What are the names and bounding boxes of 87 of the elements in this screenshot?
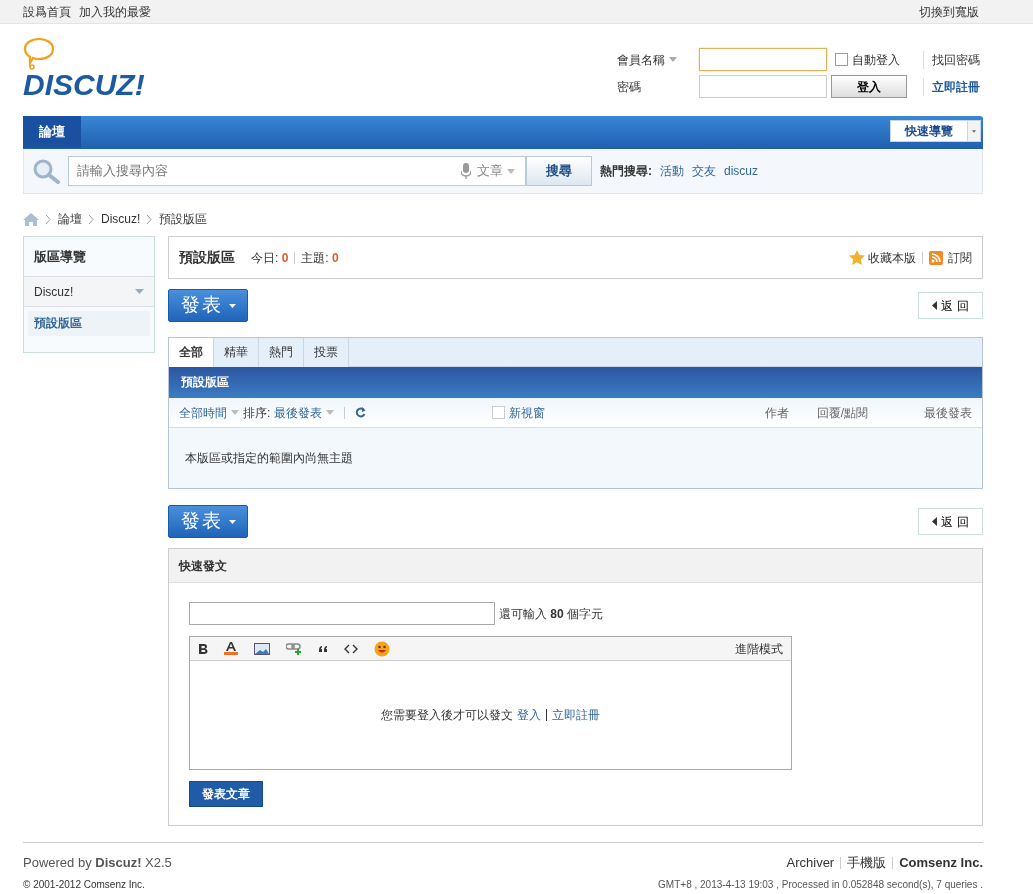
bold-icon[interactable] [198,642,208,655]
hot-search-link[interactable]: 活動 [660,162,684,180]
column-header: 最後發表 [923,404,972,422]
sort-dropdown[interactable]: 最後發表 [274,403,339,422]
nav-tab[interactable]: 論壇 [23,116,81,148]
hot-search-link[interactable]: discuz [724,162,758,180]
forum-stat: 今日: 0 [251,249,289,267]
quick-post-title: 快速發文 [169,549,982,583]
login-required-message: 您需要登入後才可以發文 [381,707,513,724]
hot-search-label: 熱門搜尋: [600,163,652,180]
column-header: 作者 [764,404,789,422]
top-link[interactable]: 切換到寬版 [919,0,979,24]
search-icon [32,158,62,184]
filter-tab[interactable]: 精華 [214,338,259,367]
copyright-text: © 2001-2012 Comsenz Inc. [23,877,145,892]
footer-link[interactable]: Archiver [786,853,835,873]
forum-action-link[interactable]: 訂閱 [948,248,972,267]
chevron-icon [147,214,153,224]
password-label: 密碼 [617,78,642,96]
top-link[interactable]: 設爲首頁 [23,0,71,24]
back-button[interactable]: 返 回 [918,508,983,535]
post-button[interactable]: 發表 [168,289,248,322]
remaining-characters: 還可輸入 80 個字元 [499,605,604,623]
sort-label: 排序: [243,404,271,422]
chevron-icon [46,214,51,224]
search-type-dropdown[interactable]: 文章 [477,161,519,181]
filter-tab[interactable]: 投票 [304,338,349,367]
advanced-mode-link[interactable]: 進階模式 [735,639,783,658]
post-button[interactable]: 發表 [168,505,248,538]
font-color-icon[interactable] [224,642,238,655]
code-icon[interactable] [344,643,358,654]
smiley-icon[interactable] [374,640,390,657]
footer-link[interactable]: Comsenz Inc. [899,853,983,873]
logo-text: DISCUZ! [23,70,145,100]
caret-icon [669,57,677,62]
footer-link[interactable]: 手機版 [847,853,887,873]
forum-title: 預設版區 [179,248,235,267]
empty-message: 本版區或指定的範圍內尚無主題 [184,450,354,467]
processing-info-text: GMT+8 , 2013-4-13 19:03 , Processed in 0.052848 second(s), 7 queries . [658,877,983,892]
register-link[interactable]: 立即註冊 [923,77,980,96]
sidebar-group[interactable]: Discuz! [24,277,154,307]
search-button[interactable]: 搜尋 [526,156,592,186]
caret-icon [507,168,515,174]
breadcrumb-link[interactable]: 論壇 [58,210,82,228]
auto-login-checkbox[interactable]: 自動登入 [835,50,900,69]
filter-tab[interactable]: 全部 [169,338,214,367]
chevron-icon [89,214,94,224]
breadcrumb-link[interactable]: Discuz! [101,210,141,228]
filter-tab[interactable]: 熱門 [259,338,304,367]
register-link[interactable]: 立即註冊 [552,706,600,724]
refresh-icon [355,407,367,418]
triangle-left-icon [932,301,938,310]
caret-icon [231,410,239,415]
hot-search-link[interactable]: 交友 [692,162,716,180]
top-link[interactable]: 加入我的最愛 [79,0,151,24]
caret-icon [228,520,236,525]
forgot-password-link[interactable]: 找回密碼 [923,50,980,69]
login-button[interactable]: 登入 [831,75,907,98]
thread-list-title: 預設版區 [169,367,982,398]
image-icon[interactable] [254,642,270,655]
powered-by-text: Powered by Discuz! X2.5 [23,854,172,872]
caret-icon [972,128,976,134]
new-window-checkbox[interactable]: 新視窗 [492,403,546,422]
breadcrumb-link[interactable]: 預設版區 [159,210,208,228]
username-field[interactable] [699,48,827,71]
rss-icon [929,250,943,265]
sidebar-item[interactable]: 預設版區 [28,311,150,336]
caret-icon [228,304,236,309]
triangle-left-icon [932,517,938,526]
quick-nav-button[interactable]: 快速導覽 [890,120,968,142]
subject-field[interactable] [189,602,495,625]
star-icon [849,250,865,265]
home-icon [23,212,39,226]
username-label: 會員名稱 [617,51,665,69]
back-button[interactable]: 返 回 [918,292,983,319]
link-add-icon[interactable] [286,642,302,655]
microphone-icon [461,163,471,179]
forum-action-link[interactable]: 收藏本版 [868,248,916,267]
search-field[interactable]: 請輸入搜尋內容 文章 [68,156,526,186]
column-header: 回覆/點閱 [816,404,868,422]
login-link[interactable]: 登入 [517,706,541,724]
time-filter-dropdown[interactable]: 全部時間 [179,403,243,422]
quote-icon[interactable] [318,644,328,653]
password-field[interactable] [699,75,827,98]
caret-icon [326,410,335,415]
submit-post-button[interactable]: 發表文章 [189,781,263,807]
forum-stat: 主題: 0 [301,249,339,267]
